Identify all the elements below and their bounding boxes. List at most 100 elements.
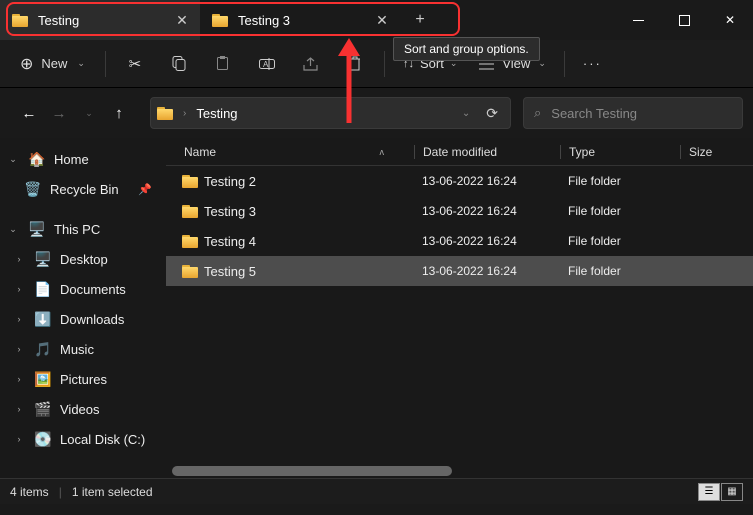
sidebar-item-thispc[interactable]: ⌄ 🖥️ This PC — [2, 214, 164, 244]
paste-button[interactable] — [204, 47, 242, 81]
file-type: File folder — [560, 264, 680, 278]
chevron-down-icon[interactable]: ⌄ — [6, 154, 20, 165]
navigation-row: ← → ⌄ ↑ › Testing ⌄ ⟳ ⌕ Search Testing — [0, 88, 753, 138]
search-placeholder: Search Testing — [551, 106, 637, 121]
file-date: 13-06-2022 16:24 — [414, 174, 560, 188]
details-view-button[interactable]: ☰ — [698, 483, 720, 501]
refresh-button[interactable]: ⟳ — [480, 105, 504, 122]
selection-count: 1 item selected — [72, 485, 153, 499]
file-name: Testing 4 — [204, 234, 414, 249]
titlebar: Testing ✕ Testing 3 ✕ + ✕ — [0, 0, 753, 40]
chevron-right-icon[interactable]: › — [12, 434, 26, 444]
tab-testing3[interactable]: Testing 3 ✕ — [200, 0, 400, 40]
column-label: Size — [689, 145, 712, 159]
folder-icon — [166, 175, 204, 188]
rename-button[interactable]: A — [248, 47, 286, 81]
back-button[interactable]: ← — [16, 100, 42, 126]
chevron-right-icon[interactable]: › — [12, 254, 26, 264]
tab-testing[interactable]: Testing ✕ — [0, 0, 200, 40]
table-row[interactable]: Testing 213-06-2022 16:24File folder — [166, 166, 753, 196]
chevron-right-icon[interactable]: › — [12, 344, 26, 354]
sidebar: ⌄ 🏠 Home 🗑️ Recycle Bin 📌 ⌄ 🖥️ This PC ›… — [0, 138, 166, 478]
videos-icon: 🎬 — [34, 401, 52, 418]
chevron-right-icon[interactable]: › — [12, 374, 26, 384]
folder-icon — [12, 14, 28, 27]
horizontal-scrollbar[interactable] — [166, 464, 753, 478]
file-type: File folder — [560, 174, 680, 188]
chevron-down-icon[interactable]: ⌄ — [6, 224, 20, 235]
pc-icon: 🖥️ — [28, 221, 46, 238]
forward-button[interactable]: → — [46, 100, 72, 126]
sort-indicator-icon: ʌ — [380, 147, 385, 157]
sidebar-item-label: Music — [60, 342, 94, 357]
sidebar-item-localdisk[interactable]: › 💽 Local Disk (C:) — [2, 424, 164, 454]
more-button[interactable]: ··· — [575, 47, 610, 81]
folder-icon — [166, 265, 204, 278]
sidebar-item-downloads[interactable]: › ⬇️ Downloads — [2, 304, 164, 334]
maximize-button[interactable] — [661, 0, 707, 40]
folder-icon — [212, 14, 228, 27]
file-list: Testing 213-06-2022 16:24File folderTest… — [166, 166, 753, 286]
address-bar[interactable]: › Testing ⌄ ⟳ — [150, 97, 511, 129]
column-label: Date modified — [423, 145, 497, 159]
column-label: Name — [184, 145, 216, 159]
sidebar-item-music[interactable]: › 🎵 Music — [2, 334, 164, 364]
pictures-icon: 🖼️ — [34, 371, 52, 388]
close-icon[interactable]: ✕ — [168, 6, 196, 34]
chevron-down-icon[interactable]: ⌄ — [462, 108, 470, 119]
sidebar-item-documents[interactable]: › 📄 Documents — [2, 274, 164, 304]
svg-text:A: A — [263, 60, 269, 69]
column-name[interactable]: Name ʌ — [166, 145, 414, 159]
downloads-icon: ⬇️ — [34, 311, 52, 328]
column-size[interactable]: Size — [680, 145, 753, 159]
copy-button[interactable] — [160, 47, 198, 81]
new-button[interactable]: ⊕ New ⌄ — [10, 47, 95, 81]
recent-dropdown[interactable]: ⌄ — [76, 100, 102, 126]
pin-icon: 📌 — [138, 183, 152, 196]
file-date: 13-06-2022 16:24 — [414, 264, 560, 278]
table-row[interactable]: Testing 513-06-2022 16:24File folder — [166, 256, 753, 286]
grid-view-button[interactable]: ▦ — [721, 483, 743, 501]
cut-button[interactable]: ✂ — [116, 47, 154, 81]
column-date[interactable]: Date modified — [414, 145, 560, 159]
search-input[interactable]: ⌕ Search Testing — [523, 97, 743, 129]
sidebar-item-home[interactable]: ⌄ 🏠 Home — [2, 144, 164, 174]
column-type[interactable]: Type — [560, 145, 680, 159]
chevron-right-icon[interactable]: › — [12, 314, 26, 324]
chevron-right-icon: › — [183, 108, 186, 119]
home-icon: 🏠 — [28, 151, 46, 168]
sidebar-item-label: Pictures — [60, 372, 107, 387]
tab-label: Testing 3 — [238, 13, 358, 28]
desktop-icon: 🖥️ — [34, 251, 52, 268]
file-date: 13-06-2022 16:24 — [414, 204, 560, 218]
sidebar-item-desktop[interactable]: › 🖥️ Desktop — [2, 244, 164, 274]
separator: | — [59, 485, 62, 499]
delete-button[interactable] — [336, 47, 374, 81]
tab-label: Testing — [38, 13, 158, 28]
chevron-right-icon[interactable]: › — [12, 284, 26, 294]
sidebar-item-label: Downloads — [60, 312, 124, 327]
view-toggle: ☰ ▦ — [698, 483, 743, 501]
new-tab-button[interactable]: + — [400, 0, 440, 40]
up-button[interactable]: ↑ — [106, 100, 132, 126]
table-row[interactable]: Testing 313-06-2022 16:24File folder — [166, 196, 753, 226]
scroll-thumb[interactable] — [172, 466, 452, 476]
sidebar-item-videos[interactable]: › 🎬 Videos — [2, 394, 164, 424]
folder-icon — [166, 205, 204, 218]
share-button[interactable] — [292, 47, 330, 81]
chevron-right-icon[interactable]: › — [12, 404, 26, 414]
new-label: New — [41, 56, 67, 71]
separator — [105, 51, 106, 77]
sidebar-item-label: Desktop — [60, 252, 108, 267]
breadcrumb-folder[interactable]: Testing — [196, 106, 237, 121]
sidebar-item-recycle[interactable]: 🗑️ Recycle Bin 📌 — [2, 174, 164, 204]
status-bar: 4 items | 1 item selected ☰ ▦ — [0, 478, 753, 504]
table-row[interactable]: Testing 413-06-2022 16:24File folder — [166, 226, 753, 256]
minimize-button[interactable] — [615, 0, 661, 40]
file-type: File folder — [560, 204, 680, 218]
sidebar-item-pictures[interactable]: › 🖼️ Pictures — [2, 364, 164, 394]
main-pane: ⌄ 🏠 Home 🗑️ Recycle Bin 📌 ⌄ 🖥️ This PC ›… — [0, 138, 753, 478]
close-icon[interactable]: ✕ — [368, 6, 396, 34]
file-name: Testing 2 — [204, 174, 414, 189]
close-button[interactable]: ✕ — [707, 0, 753, 40]
